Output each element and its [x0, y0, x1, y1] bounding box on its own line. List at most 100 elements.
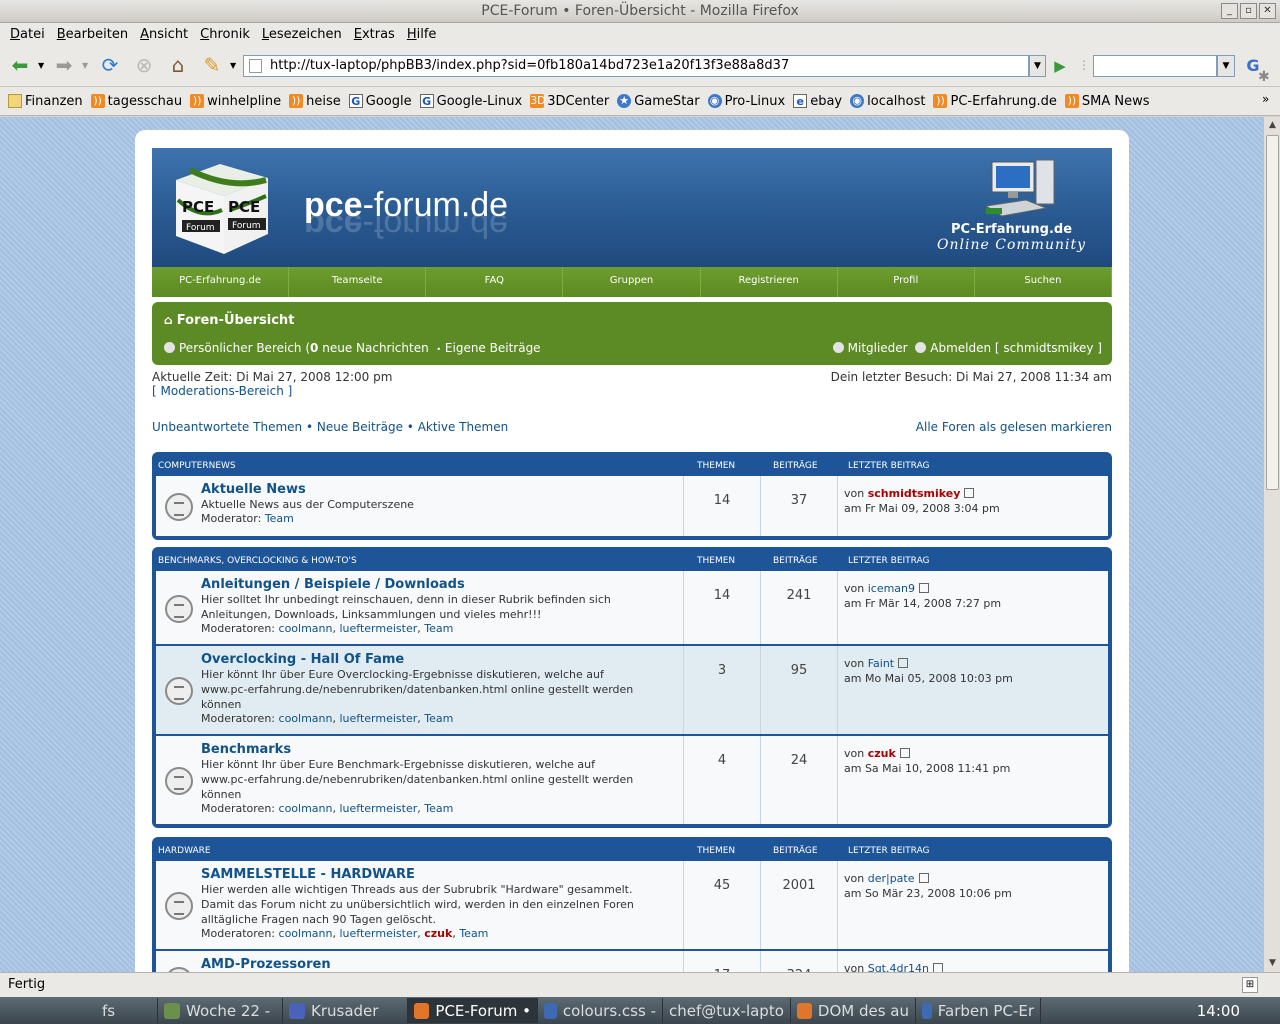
forum-name-link[interactable]: Benchmarks	[201, 742, 681, 757]
moderator-link[interactable]: Team	[424, 802, 453, 815]
bookmark-winhelpline[interactable]: )) winhelpline	[190, 94, 281, 109]
forward-icon[interactable]: ➡	[50, 51, 78, 79]
logout-link[interactable]: Abmelden [ schmidtsmikey ]	[930, 341, 1102, 355]
bookmark-google-linux[interactable]: G Google-Linux	[419, 94, 522, 109]
forward-dropdown-icon[interactable]: ▼	[82, 61, 88, 70]
bookmark-pc-erfahrung-de[interactable]: )) PC-Erfahrung.de	[933, 94, 1057, 109]
new-messages-link[interactable]: neue Nachrichten	[322, 341, 429, 355]
goto-post-icon[interactable]	[899, 748, 910, 758]
last-post-author[interactable]: der|pate	[868, 872, 915, 885]
menu-datei[interactable]: Datei	[4, 27, 51, 42]
url-bar[interactable]: http://tux-laptop/phpBB3/index.php?sid=0…	[243, 55, 1029, 77]
pce-logo-icon[interactable]: PCE PCE Forum Forum	[170, 160, 272, 256]
last-post-author[interactable]: iceman9	[868, 582, 915, 595]
moderator-link[interactable]: coolmann	[279, 712, 333, 725]
nav-faq[interactable]: FAQ	[426, 267, 564, 297]
nav-profil[interactable]: Profil	[838, 267, 975, 297]
splitter-icon[interactable]: ⋮	[1078, 58, 1090, 72]
taskbar-item[interactable]: Krusader	[283, 998, 408, 1023]
last-post-author[interactable]: Sgt.4dr14n	[868, 962, 929, 972]
moderation-link[interactable]: [ Moderations-Bereich ]	[152, 384, 292, 398]
back-icon[interactable]: ⬅	[6, 51, 34, 79]
search-input[interactable]	[1093, 55, 1217, 77]
scrollbar-thumb[interactable]	[1266, 135, 1279, 490]
menu-chronik[interactable]: Chronik	[194, 27, 256, 42]
reload-icon[interactable]: ⟳	[96, 51, 124, 79]
taskbar-item[interactable]: Farben PC-Er	[916, 998, 1041, 1023]
moderator-link[interactable]: coolmann	[279, 802, 333, 815]
moderator-link[interactable]: lueftermeister	[339, 712, 417, 725]
breadcrumb[interactable]: ⌂ Foren-Übersicht	[164, 313, 294, 328]
scroll-up-icon[interactable]: ▲	[1266, 119, 1279, 132]
menu-extras[interactable]: Extras	[348, 27, 401, 42]
menu-lesezeichen[interactable]: Lesezeichen	[256, 27, 348, 42]
clock[interactable]: 14:00	[1197, 1002, 1280, 1020]
taskbar-item[interactable]: Woche 22 -	[158, 998, 283, 1023]
menu-bearbeiten[interactable]: Bearbeiten	[51, 27, 134, 42]
goto-post-icon[interactable]	[964, 488, 975, 498]
bookmark-localhost[interactable]: ◉ localhost	[850, 94, 925, 109]
bookmark-gamestar[interactable]: ★ GameStar	[617, 94, 700, 109]
search-dropdown-icon[interactable]: ▼	[1217, 55, 1235, 77]
status-addon-icon[interactable]: ⊞	[1242, 977, 1258, 993]
bookmark-3dcenter[interactable]: 3D 3DCenter	[530, 94, 609, 109]
last-post-author[interactable]: Faint	[868, 657, 894, 670]
personal-area-link[interactable]: Persönlicher Bereich	[179, 341, 302, 355]
goto-post-icon[interactable]	[898, 658, 909, 668]
nav-teamseite[interactable]: Teamseite	[289, 267, 427, 297]
moderator-link[interactable]: coolmann	[279, 622, 333, 635]
quick-link-unbeantwortete-themen[interactable]: Unbeantwortete Themen	[152, 420, 302, 434]
stop-icon[interactable]: ⊗	[130, 51, 158, 79]
forum-name-link[interactable]: Overclocking - Hall Of Fame	[201, 652, 681, 667]
taskbar-item[interactable]: fs	[96, 998, 158, 1023]
pc-erfahrung-brand[interactable]: PC-Erfahrung.de Online Community	[937, 222, 1086, 253]
nav-registrieren[interactable]: Registrieren	[701, 267, 838, 297]
moderator-link[interactable]: czuk	[424, 927, 452, 940]
forum-name-link[interactable]: Anleitungen / Beispiele / Downloads	[201, 577, 681, 592]
menu-hilfe[interactable]: Hilfe	[401, 27, 443, 42]
bookmark-sma-news[interactable]: )) SMA News	[1064, 94, 1150, 109]
moderator-link[interactable]: coolmann	[279, 927, 333, 940]
go-icon[interactable]: ▶	[1049, 55, 1071, 77]
quick-link-neue-beitr-ge[interactable]: Neue Beiträge	[317, 420, 403, 434]
last-post-author[interactable]: schmidtsmikey	[868, 487, 961, 500]
forum-name-link[interactable]: Aktuelle News	[201, 482, 681, 497]
bookmark-ebay[interactable]: e ebay	[793, 94, 842, 109]
taskbar-item[interactable]: colours.css -	[538, 998, 663, 1023]
minimize-button[interactable]: _	[1221, 3, 1238, 19]
moderator-link[interactable]: lueftermeister	[339, 802, 417, 815]
quick-link-aktive-themen[interactable]: Aktive Themen	[418, 420, 509, 434]
bookmark-heise[interactable]: )) heise	[289, 94, 341, 109]
url-dropdown-icon[interactable]: ▼	[1029, 55, 1046, 77]
bookmarks-overflow-icon[interactable]: »	[1262, 92, 1269, 106]
own-posts-link[interactable]: Eigene Beiträge	[445, 341, 541, 355]
pencil-dropdown-icon[interactable]: ▼	[230, 61, 236, 70]
mark-all-read-link[interactable]: Alle Foren als gelesen markieren	[916, 420, 1112, 434]
nav-pc-erfahrung-de[interactable]: PC-Erfahrung.de	[152, 267, 290, 297]
menu-ansicht[interactable]: Ansicht	[134, 27, 194, 42]
forum-name-link[interactable]: SAMMELSTELLE - HARDWARE	[201, 867, 681, 882]
nav-gruppen[interactable]: Gruppen	[563, 267, 701, 297]
vertical-scrollbar[interactable]: ▲ ▼	[1263, 117, 1280, 972]
moderator-link[interactable]: Team	[424, 622, 453, 635]
goto-post-icon[interactable]	[918, 873, 929, 883]
forum-name-link[interactable]: AMD-Prozessoren	[201, 957, 681, 972]
pencil-icon[interactable]: ✎	[198, 51, 226, 79]
members-link[interactable]: Mitglieder	[848, 341, 908, 355]
bookmark-finanzen[interactable]: Finanzen	[8, 94, 83, 109]
moderator-link[interactable]: lueftermeister	[339, 927, 417, 940]
taskbar-item[interactable]: chef@tux-lapto	[663, 998, 791, 1023]
last-post-author[interactable]: czuk	[868, 747, 896, 760]
scroll-down-icon[interactable]: ▼	[1266, 957, 1279, 970]
goto-post-icon[interactable]	[919, 583, 930, 593]
taskbar-item[interactable]: PCE-Forum •	[408, 998, 538, 1023]
nav-suchen[interactable]: Suchen	[975, 267, 1112, 297]
bookmark-pro-linux[interactable]: ◉ Pro-Linux	[707, 94, 785, 109]
taskbar-item[interactable]: DOM des au	[791, 998, 916, 1023]
goto-post-icon[interactable]	[932, 963, 943, 972]
moderator-link[interactable]: Team	[459, 927, 488, 940]
moderator-link[interactable]: Team	[424, 712, 453, 725]
moderator-link[interactable]: Team	[265, 512, 294, 525]
back-dropdown-icon[interactable]: ▼	[38, 61, 44, 70]
moderator-link[interactable]: lueftermeister	[339, 622, 417, 635]
